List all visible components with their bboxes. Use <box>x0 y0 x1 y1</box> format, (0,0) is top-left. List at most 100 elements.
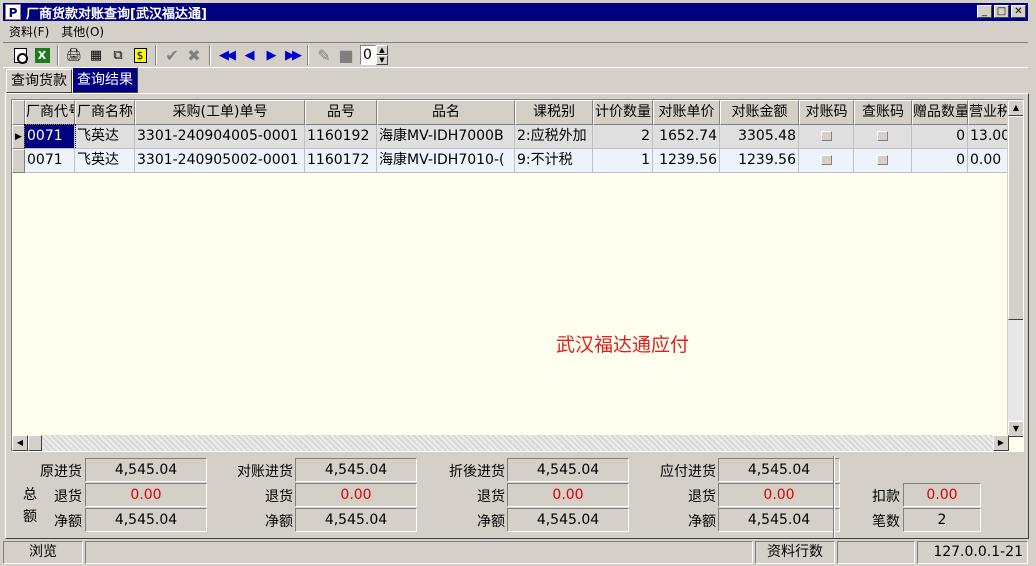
prev-record-icon[interactable]: ◀ <box>237 44 259 66</box>
page-spinner[interactable]: 0 ▲ ▼ <box>360 45 388 65</box>
horizontal-scroll-thumb[interactable] <box>28 435 42 451</box>
payment-icon[interactable]: $ <box>129 44 151 66</box>
col-gift-qty[interactable]: 赠品数量 <box>912 100 968 125</box>
col-vendor-name[interactable]: 厂商名称 <box>75 100 135 125</box>
toolbar: X 🖨 ▦ ⧉ $ ✔ ✖ ◀◀ ◀ ▶ ▶▶ ✎ ■ 0 ▲ ▼ <box>3 42 1028 68</box>
cell-po-number[interactable]: 3301-240904005-0001 <box>135 125 305 149</box>
status-message <box>85 541 753 564</box>
calculator-icon[interactable]: ▦ <box>85 44 107 66</box>
col-item-no[interactable]: 品号 <box>305 100 377 125</box>
spinner-down-icon[interactable]: ▼ <box>376 55 388 65</box>
reconcile-purchase-label: 对账进货 <box>237 464 293 480</box>
col-reconcile-code[interactable]: 对账码 <box>799 100 854 125</box>
tab-query-result[interactable]: 查询结果 <box>72 67 138 93</box>
col-vendor-code[interactable]: 厂商代号 <box>25 100 75 125</box>
discounted-purchase-value: 4,545.04 <box>507 458 629 482</box>
totals-section: 总 额 原进货 4,545.04 退货 0.00 净额 4,545.04 对账进… <box>6 456 1028 538</box>
col-item-name[interactable]: 品名 <box>377 100 515 125</box>
status-mode: 浏览 <box>3 541 83 564</box>
table-row[interactable]: ▶ 0071 飞英达 3301-240904005-0001 1160192 海… <box>12 124 1010 150</box>
cell-vendor-code[interactable]: 0071 <box>24 124 76 150</box>
discounted-net-value: 4,545.04 <box>507 508 629 532</box>
horizontal-scrollbar[interactable]: ◀ ▶ <box>12 435 1009 451</box>
col-sales-tax[interactable]: 营业税 <box>968 100 1010 125</box>
cell-amount[interactable]: 1239.56 <box>720 149 799 173</box>
close-button[interactable]: ✕ <box>1011 5 1026 18</box>
app-window: P 厂商货款对账查询[武汉福达通] _ □ ✕ 资料(F) 其他(O) X 🖨 … <box>0 0 1036 566</box>
scroll-right-icon[interactable]: ▶ <box>993 435 1009 451</box>
next-record-icon[interactable]: ▶ <box>259 44 281 66</box>
cell-amount[interactable]: 3305.48 <box>720 125 799 149</box>
reconcile-purchase-value: 4,545.04 <box>295 458 417 482</box>
cell-item-no[interactable]: 1160172 <box>305 149 377 173</box>
spinner-value[interactable]: 0 <box>360 45 376 65</box>
cell-unit-price[interactable]: 1239.56 <box>653 149 720 173</box>
original-return-label: 退货 <box>54 489 82 505</box>
cell-item-name[interactable]: 海康MV-IDH7000B <box>377 125 515 149</box>
cell-qty[interactable]: 2 <box>593 125 653 149</box>
cell-gift-qty[interactable]: 0 <box>912 149 968 173</box>
result-grid[interactable]: 厂商代号 厂商名称 采购(工单)单号 品号 品名 课税别 计价数量 对账单价 对… <box>11 99 1024 452</box>
cell-audit-checkbox[interactable] <box>854 149 912 173</box>
original-return-value: 0.00 <box>85 483 207 507</box>
cell-reconcile-checkbox[interactable] <box>799 125 854 149</box>
original-purchase-label: 原进货 <box>40 464 82 480</box>
scroll-up-icon[interactable]: ▲ <box>1008 100 1023 116</box>
col-unit-price[interactable]: 对账单价 <box>653 100 720 125</box>
scroll-down-icon[interactable]: ▼ <box>1008 421 1023 437</box>
cell-vendor-name[interactable]: 飞英达 <box>75 125 135 149</box>
result-panel: 厂商代号 厂商名称 采购(工单)单号 品号 品名 课税别 计价数量 对账单价 对… <box>5 93 1029 539</box>
last-record-icon[interactable]: ▶▶ <box>281 44 303 66</box>
col-amount[interactable]: 对账金额 <box>720 100 799 125</box>
discounted-purchase-label: 折後进货 <box>449 464 505 480</box>
payable-net-label: 净额 <box>688 514 716 530</box>
copy-icon[interactable]: ⧉ <box>107 44 129 66</box>
cell-gift-qty[interactable]: 0 <box>912 125 968 149</box>
table-row[interactable]: 0071 飞英达 3301-240905002-0001 1160172 海康M… <box>12 149 1010 173</box>
cancel-x-icon[interactable]: ✖ <box>183 44 205 66</box>
menu-other[interactable]: 其他(O) <box>55 23 110 40</box>
cell-po-number[interactable]: 3301-240905002-0001 <box>135 149 305 173</box>
status-rows-label: 资料行数 <box>755 541 835 564</box>
print-preview-icon[interactable] <box>9 44 31 66</box>
cell-qty[interactable]: 1 <box>593 149 653 173</box>
col-audit-code[interactable]: 查账码 <box>854 100 912 125</box>
original-net-value: 4,545.04 <box>85 508 207 532</box>
edit-icon[interactable]: ✎ <box>313 44 335 66</box>
cell-audit-checkbox[interactable] <box>854 125 912 149</box>
print-icon[interactable]: 🖨 <box>63 44 85 66</box>
watermark-text: 武汉福达通应付 <box>556 334 690 356</box>
cell-vendor-name[interactable]: 飞英达 <box>75 149 135 173</box>
vertical-scrollbar[interactable]: ▲ ▼ <box>1007 100 1023 437</box>
confirm-check-icon[interactable]: ✔ <box>161 44 183 66</box>
reconcile-net-label: 净额 <box>265 514 293 530</box>
cell-sales-tax[interactable]: 13.00 <box>968 125 1010 149</box>
stop-icon[interactable]: ■ <box>335 44 357 66</box>
tab-strip: 查询货款 查询结果 <box>6 67 138 93</box>
cell-sales-tax[interactable]: 0.00 <box>968 149 1010 173</box>
tab-query-payment[interactable]: 查询货款 <box>6 69 72 93</box>
first-record-icon[interactable]: ◀◀ <box>215 44 237 66</box>
cell-vendor-code[interactable]: 0071 <box>25 149 75 173</box>
cell-unit-price[interactable]: 1652.74 <box>653 125 720 149</box>
scroll-left-icon[interactable]: ◀ <box>12 435 28 451</box>
discounted-return-value: 0.00 <box>507 483 629 507</box>
payable-return-value: 0.00 <box>718 483 840 507</box>
cell-tax-type[interactable]: 2:应税外加 <box>515 125 593 149</box>
excel-export-icon[interactable]: X <box>31 44 53 66</box>
count-value: 2 <box>903 508 981 532</box>
maximize-button[interactable]: □ <box>994 5 1009 18</box>
col-tax-type[interactable]: 课税别 <box>515 100 593 125</box>
col-qty[interactable]: 计价数量 <box>593 100 653 125</box>
grid-header: 厂商代号 厂商名称 采购(工单)单号 品号 品名 课税别 计价数量 对账单价 对… <box>12 100 1010 125</box>
cell-item-name[interactable]: 海康MV-IDH7010-( <box>377 149 515 173</box>
minimize-button[interactable]: _ <box>977 5 992 18</box>
cell-item-no[interactable]: 1160192 <box>305 125 377 149</box>
menu-file[interactable]: 资料(F) <box>3 23 55 40</box>
cell-reconcile-checkbox[interactable] <box>799 149 854 173</box>
vertical-scroll-thumb[interactable] <box>1008 116 1023 320</box>
cell-tax-type[interactable]: 9:不计税 <box>515 149 593 173</box>
spinner-up-icon[interactable]: ▲ <box>376 45 388 55</box>
discounted-net-label: 净额 <box>477 514 505 530</box>
col-po-number[interactable]: 采购(工单)单号 <box>135 100 305 125</box>
